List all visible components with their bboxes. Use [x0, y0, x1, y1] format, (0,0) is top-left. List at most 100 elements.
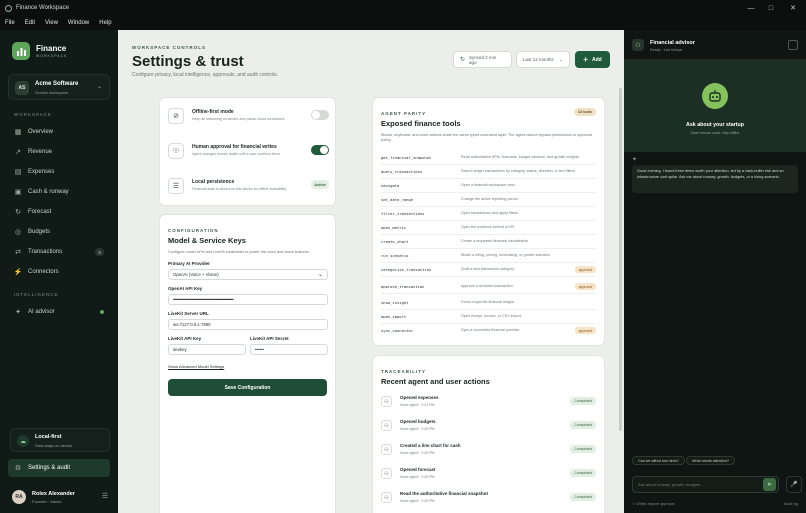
action-meta: Voice agent · 2:00 PM [400, 427, 435, 431]
menu-file[interactable]: File [0, 20, 20, 26]
status-badge: Completed [570, 469, 596, 477]
tool-desc: Open the evidence behind a KPI. [461, 225, 516, 229]
plus-icon: + [583, 55, 588, 64]
close-button[interactable]: ✕ [782, 0, 804, 16]
configuration-card: CONFIGURATION Model & Service Keys Confi… [159, 214, 336, 513]
sidebar-item-overview[interactable]: ▦ Overview [8, 124, 110, 140]
bot-icon: ⚇ [632, 39, 644, 51]
tool-row: open_metric Open the evidence behind a KP… [381, 221, 596, 235]
chevron-down-icon: ⌄ [558, 56, 563, 62]
receipt-icon: ▤ [14, 169, 22, 176]
tool-name: open_metric [381, 225, 407, 230]
sidebar-item-connectors[interactable]: ⚡ Connectors [8, 264, 110, 280]
status-dot [100, 310, 104, 314]
microphone-button[interactable]: 🎤 [786, 476, 802, 493]
maximize-button[interactable]: □ [760, 0, 782, 16]
send-button[interactable]: ➤ [763, 478, 776, 491]
bar-chart-icon [16, 47, 26, 56]
sync-button[interactable]: ↻ Synced 2 min ago [453, 51, 512, 68]
status-badge: Completed [570, 493, 596, 501]
privacy-toggles-card: ⊘ Offline-first mode Keep all reasoning … [159, 97, 336, 206]
livekit-secret-field[interactable]: •••••• [250, 344, 328, 355]
audit-log-link[interactable]: Audit log [784, 502, 798, 506]
brand-sub: WORKSPACE [36, 54, 68, 58]
chevron-down-icon: ⌄ [96, 84, 102, 90]
hero-sub: Open secure voice, fully offline [690, 131, 740, 135]
livekit-secret-label: LiveKit API Secret [250, 336, 289, 341]
save-configuration-button[interactable]: Save Configuration [168, 379, 327, 396]
action-row: ⚇ Opened budgets Voice agent · 2:00 PM Comp… [381, 414, 596, 438]
sidebar-item-ai-advisor[interactable]: ✦ AI advisor [8, 304, 110, 320]
tool-name: open_import [381, 314, 407, 319]
panel-toggle-icon[interactable] [788, 40, 798, 50]
openai-key-field[interactable]: ••••••••••••••••••••••••••••••••••••••••… [168, 294, 328, 305]
sidebar-item-cash[interactable]: ▣ Cash & runway [8, 184, 110, 200]
livekit-key-field[interactable]: devkey [168, 344, 246, 355]
tool-row: filter_transactions Open transactions and… [381, 207, 596, 221]
menu-edit[interactable]: Edit [20, 20, 40, 26]
logo [12, 42, 30, 60]
add-button[interactable]: + Add [575, 51, 610, 68]
human-approval-row: ☉ Human approval for financial writes Ag… [168, 139, 329, 166]
suggestion-chip[interactable]: Can we afford two hires? [632, 456, 685, 465]
local-first-sub: Data stays on device [35, 443, 73, 448]
menu-help[interactable]: Help [94, 20, 116, 26]
menu-window[interactable]: Window [63, 20, 94, 26]
date-range-select[interactable]: Last 12 months ⌄ [516, 51, 570, 68]
sidebar-item-expenses[interactable]: ▤ Expenses [8, 164, 110, 180]
suggestion-chip[interactable]: What needs attention? [686, 456, 735, 465]
user-role: Founder · Admin [32, 499, 62, 504]
sidebar-item-budgets[interactable]: ◎ Budgets [8, 224, 110, 240]
human-approval-toggle[interactable] [311, 145, 329, 155]
tool-desc: Sync a connected financial provider. [461, 328, 521, 332]
tools-count-badge: 13 tools [574, 108, 596, 116]
tool-row: open_import Open receipt, invoice, or CSV… [381, 310, 596, 324]
sidebar-item-forecast[interactable]: ↻ Forecast [8, 204, 110, 220]
main-content: WORKSPACE CONTROLS Settings & trust Conf… [118, 30, 624, 513]
hero-title: Ask about your startup [686, 122, 744, 128]
tool-name: create_chart [381, 239, 409, 244]
tool-name: query_transactions [381, 169, 423, 174]
minimize-button[interactable]: — [740, 0, 762, 16]
tool-row: get_financial_snapshot Read authoritative… [381, 151, 596, 165]
workspace-switcher[interactable]: AS Acme Software Growth workspace ⌄ [8, 74, 110, 100]
chat-input[interactable]: Ask about runway, growth, budgets... [632, 476, 779, 493]
date-range-label: Last 12 months [523, 57, 554, 62]
tool-name: sync_connector [381, 328, 414, 333]
scrollbar[interactable] [619, 88, 622, 431]
wallet-icon: ▣ [14, 189, 22, 196]
chevron-down-icon: ⌄ [317, 272, 323, 278]
menu-view[interactable]: View [40, 20, 63, 26]
tool-name: filter_transactions [381, 211, 425, 216]
action-meta: Voice agent · 2:00 PM [400, 451, 435, 455]
livekit-url-field[interactable]: ws://127.0.0.1:7880 [168, 319, 328, 330]
forecast-icon: ↻ [15, 209, 21, 216]
approval-badge: approval [574, 266, 596, 273]
sidebar-item-label: Forecast [28, 209, 52, 215]
tool-desc: Open transactions and apply filters. [461, 211, 519, 215]
tool-desc: Search ledger transactions by category, … [461, 169, 576, 173]
primary-provider-select[interactable]: OpenAI (Voice + Vision) ⌄ [168, 269, 328, 280]
sidebar-item-settings[interactable]: ⚙ Settings & audit [8, 459, 110, 477]
sidebar-item-revenue[interactable]: ↗ Revenue [8, 144, 110, 160]
sidebar-item-label: Budgets [28, 229, 51, 235]
bot-icon: ⚇ [381, 444, 392, 455]
user-profile[interactable]: RA Rolex Alexander Founder · Admin ☰ [10, 487, 110, 507]
tool-desc: Approve a reviewed transaction. [461, 284, 514, 288]
primary-provider-value: OpenAI (Voice + Vision) [173, 272, 219, 277]
sidebar-item-transactions[interactable]: ⇄ Transactions 3 [8, 244, 110, 260]
robot-icon [702, 83, 728, 109]
offline-first-title: Offline-first mode [192, 109, 234, 115]
livekit-key-label: LiveKit API Key [168, 336, 202, 341]
human-approval-title: Human approval for financial writes [192, 144, 277, 150]
bot-icon: ⚇ [381, 492, 392, 503]
wifi-off-icon: ⊘ [168, 108, 184, 124]
tool-row: run_scenario Model a hiring, pricing, fun… [381, 249, 596, 263]
menu-icon[interactable]: ☰ [102, 492, 108, 500]
advanced-settings-link[interactable]: Show Advanced Model Settings [168, 364, 224, 369]
action-meta: Voice agent · 2:00 PM [400, 475, 435, 479]
offline-first-toggle[interactable] [311, 110, 329, 120]
tool-row: query_transactions Search ledger transact… [381, 165, 596, 179]
tool-row: sync_connector Sync a connected financial… [381, 324, 596, 338]
sparkle-icon: ✦ [632, 157, 638, 163]
